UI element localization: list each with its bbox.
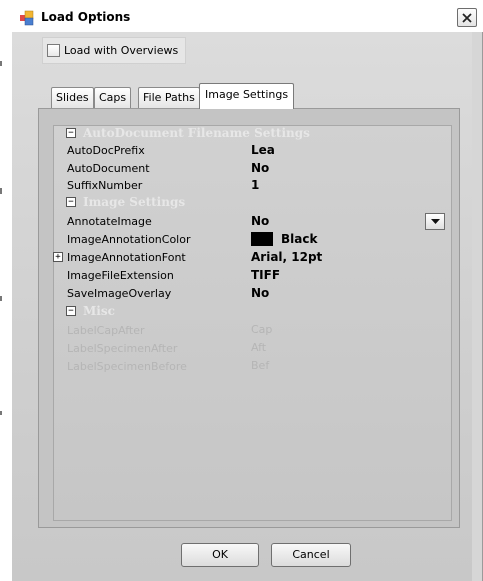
- collapse-icon[interactable]: −: [66, 197, 76, 207]
- category-autodocument-filename-settings: − AutoDocument Filename Settings: [53, 125, 452, 142]
- ok-button[interactable]: OK: [181, 543, 259, 567]
- property-label: LabelSpecimenAfter: [67, 342, 178, 355]
- property-row-suffixnumber[interactable]: SuffixNumber 1: [53, 177, 452, 194]
- dropdown-arrow-icon: [430, 218, 440, 224]
- tab-caps[interactable]: Caps: [94, 87, 132, 108]
- property-row-autodocprefix[interactable]: AutoDocPrefix Lea: [53, 142, 452, 159]
- category-label: AutoDocument Filename Settings: [83, 126, 310, 140]
- category-label: Misc: [83, 304, 115, 318]
- close-icon: [462, 12, 472, 23]
- color-value[interactable]: Black: [251, 232, 317, 246]
- title-bar: Load Options: [12, 0, 483, 32]
- property-value[interactable]: TIFF: [251, 268, 280, 282]
- property-label: SaveImageOverlay: [67, 287, 172, 300]
- close-button[interactable]: [457, 8, 477, 27]
- category-label: Image Settings: [83, 195, 186, 209]
- window-edge-mark: [0, 61, 2, 66]
- app-window-icon: [19, 10, 35, 26]
- property-row-labelcapafter: LabelCapAfter Cap: [53, 322, 452, 339]
- property-row-labelspecimenbefore: LabelSpecimenBefore Bef: [53, 358, 452, 375]
- annotateimage-dropdown-button[interactable]: [425, 213, 445, 230]
- expand-icon[interactable]: +: [53, 252, 63, 262]
- property-label: LabelSpecimenBefore: [67, 360, 187, 373]
- property-value[interactable]: Arial, 12pt: [251, 250, 322, 264]
- category-image-settings: − Image Settings: [53, 194, 452, 211]
- property-row-annotateimage[interactable]: AnnotateImage No: [53, 213, 452, 230]
- category-misc: − Misc: [53, 303, 452, 320]
- property-value[interactable]: No: [251, 161, 269, 175]
- property-value: Black: [281, 232, 318, 246]
- property-value[interactable]: No: [251, 286, 269, 300]
- load-with-overviews-checkbox[interactable]: [47, 44, 60, 57]
- color-swatch: [251, 232, 273, 246]
- tab-file-paths[interactable]: File Paths: [138, 87, 200, 108]
- tab-image-settings[interactable]: Image Settings: [199, 83, 295, 109]
- property-value: Cap: [251, 323, 273, 336]
- collapse-icon[interactable]: −: [66, 128, 76, 138]
- collapse-icon[interactable]: −: [66, 306, 76, 316]
- dialog-title: Load Options: [41, 10, 131, 24]
- cancel-button[interactable]: Cancel: [271, 543, 351, 567]
- property-row-saveimageoverlay[interactable]: SaveImageOverlay No: [53, 285, 452, 302]
- property-row-autodocument[interactable]: AutoDocument No: [53, 160, 452, 177]
- window-edge-mark: [0, 188, 2, 194]
- property-label: AutoDocPrefix: [67, 144, 145, 157]
- property-row-labelspecimenafter: LabelSpecimenAfter Aft: [53, 340, 452, 357]
- property-value[interactable]: No: [251, 214, 269, 228]
- tab-slides[interactable]: Slides: [51, 87, 94, 108]
- load-with-overviews-label: Load with Overviews: [64, 44, 179, 57]
- property-value[interactable]: 1: [251, 178, 259, 192]
- window-edge-mark: [0, 296, 2, 301]
- property-label: SuffixNumber: [67, 179, 143, 192]
- property-label: AnnotateImage: [67, 215, 152, 228]
- property-label: ImageAnnotationFont: [67, 251, 186, 264]
- property-row-imageannotationfont[interactable]: + ImageAnnotationFont Arial, 12pt: [53, 249, 452, 266]
- property-label: AutoDocument: [67, 162, 150, 175]
- property-label: ImageFileExtension: [67, 269, 174, 282]
- property-value: Aft: [251, 341, 267, 354]
- property-row-imageannotationcolor[interactable]: ImageAnnotationColor Black: [53, 231, 452, 248]
- window-edge-mark: [0, 411, 2, 415]
- property-value: Bef: [251, 359, 270, 372]
- property-label: LabelCapAfter: [67, 324, 145, 337]
- property-row-imagefileextension[interactable]: ImageFileExtension TIFF: [53, 267, 452, 284]
- property-value[interactable]: Lea: [251, 143, 275, 157]
- property-label: ImageAnnotationColor: [67, 233, 191, 246]
